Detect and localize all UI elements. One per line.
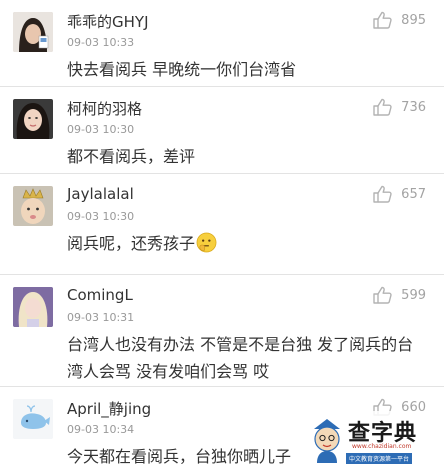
- like-button[interactable]: 599: [373, 286, 426, 304]
- comment-text: 台湾人也没有办法 不管是不是台独 发了阅兵的台湾人会骂 没有发咱们会骂 哎: [67, 335, 414, 381]
- username[interactable]: April_静jing: [67, 398, 151, 419]
- username[interactable]: ComingL: [67, 286, 133, 304]
- comment-time: 09-03 10:31: [67, 311, 135, 324]
- thumbs-up-icon: [373, 185, 392, 203]
- like-count: 599: [401, 287, 426, 303]
- watermark-url: www.chazidian.com: [352, 443, 412, 450]
- watermark-tagline: 中文教育资源第一平台: [346, 453, 413, 464]
- like-button[interactable]: 736: [373, 98, 426, 116]
- username[interactable]: 柯柯的羽格: [67, 98, 142, 119]
- like-count: 736: [401, 99, 426, 115]
- comment-item: ComingL 09-03 10:31 台湾人也没有办法 不管是不是台独 发了阅…: [0, 275, 444, 387]
- thumbs-up-icon: [373, 98, 392, 116]
- avatar-photo: [13, 287, 53, 327]
- like-button[interactable]: 657: [373, 185, 426, 203]
- thumbs-up-icon: [373, 11, 392, 29]
- like-button[interactable]: 895: [373, 11, 426, 29]
- comment-time: 09-03 10:30: [67, 210, 135, 223]
- comment-text: 阅兵呢，还秀孩子: [67, 230, 427, 257]
- comment-text: 都不看阅兵，差评: [67, 147, 196, 166]
- comment-text: 快去看阅兵 早晚统一你们台湾省: [67, 60, 297, 79]
- comment-item: Jaylalalal 09-03 10:30 阅兵呢，还秀孩子 657: [0, 174, 444, 275]
- site-watermark: 查字典 www.chazidian.com 中文教育资源第一平台: [306, 411, 440, 469]
- comment-text-body: 阅兵呢，还秀孩子: [67, 234, 196, 253]
- thumbs-up-icon: [373, 286, 392, 304]
- thinking-emoji-icon: [196, 232, 217, 253]
- mascot-logo-icon: [314, 419, 340, 463]
- avatar-whale-icon: [13, 399, 53, 439]
- comment-item: 柯柯的羽格 09-03 10:30 都不看阅兵，差评 736: [0, 87, 444, 174]
- avatar[interactable]: [13, 12, 53, 52]
- comment-time: 09-03 10:30: [67, 123, 135, 136]
- avatar[interactable]: [13, 287, 53, 327]
- comment-time: 09-03 10:34: [67, 423, 135, 436]
- avatar[interactable]: [13, 99, 53, 139]
- avatar-photo: [13, 186, 53, 226]
- avatar-photo: [13, 99, 53, 139]
- like-count: 657: [401, 186, 426, 202]
- username[interactable]: Jaylalalal: [67, 185, 134, 203]
- comment-item: 乖乖的GHYJ 09-03 10:33 快去看阅兵 早晚统一你们台湾省 895: [0, 0, 444, 87]
- comment-feed: 乖乖的GHYJ 09-03 10:33 快去看阅兵 早晚统一你们台湾省 895 …: [0, 0, 444, 471]
- username[interactable]: 乖乖的GHYJ: [67, 11, 149, 32]
- comment-time: 09-03 10:33: [67, 36, 135, 49]
- avatar-photo: [13, 12, 53, 52]
- like-count: 895: [401, 12, 426, 28]
- avatar[interactable]: [13, 186, 53, 226]
- avatar[interactable]: [13, 399, 53, 439]
